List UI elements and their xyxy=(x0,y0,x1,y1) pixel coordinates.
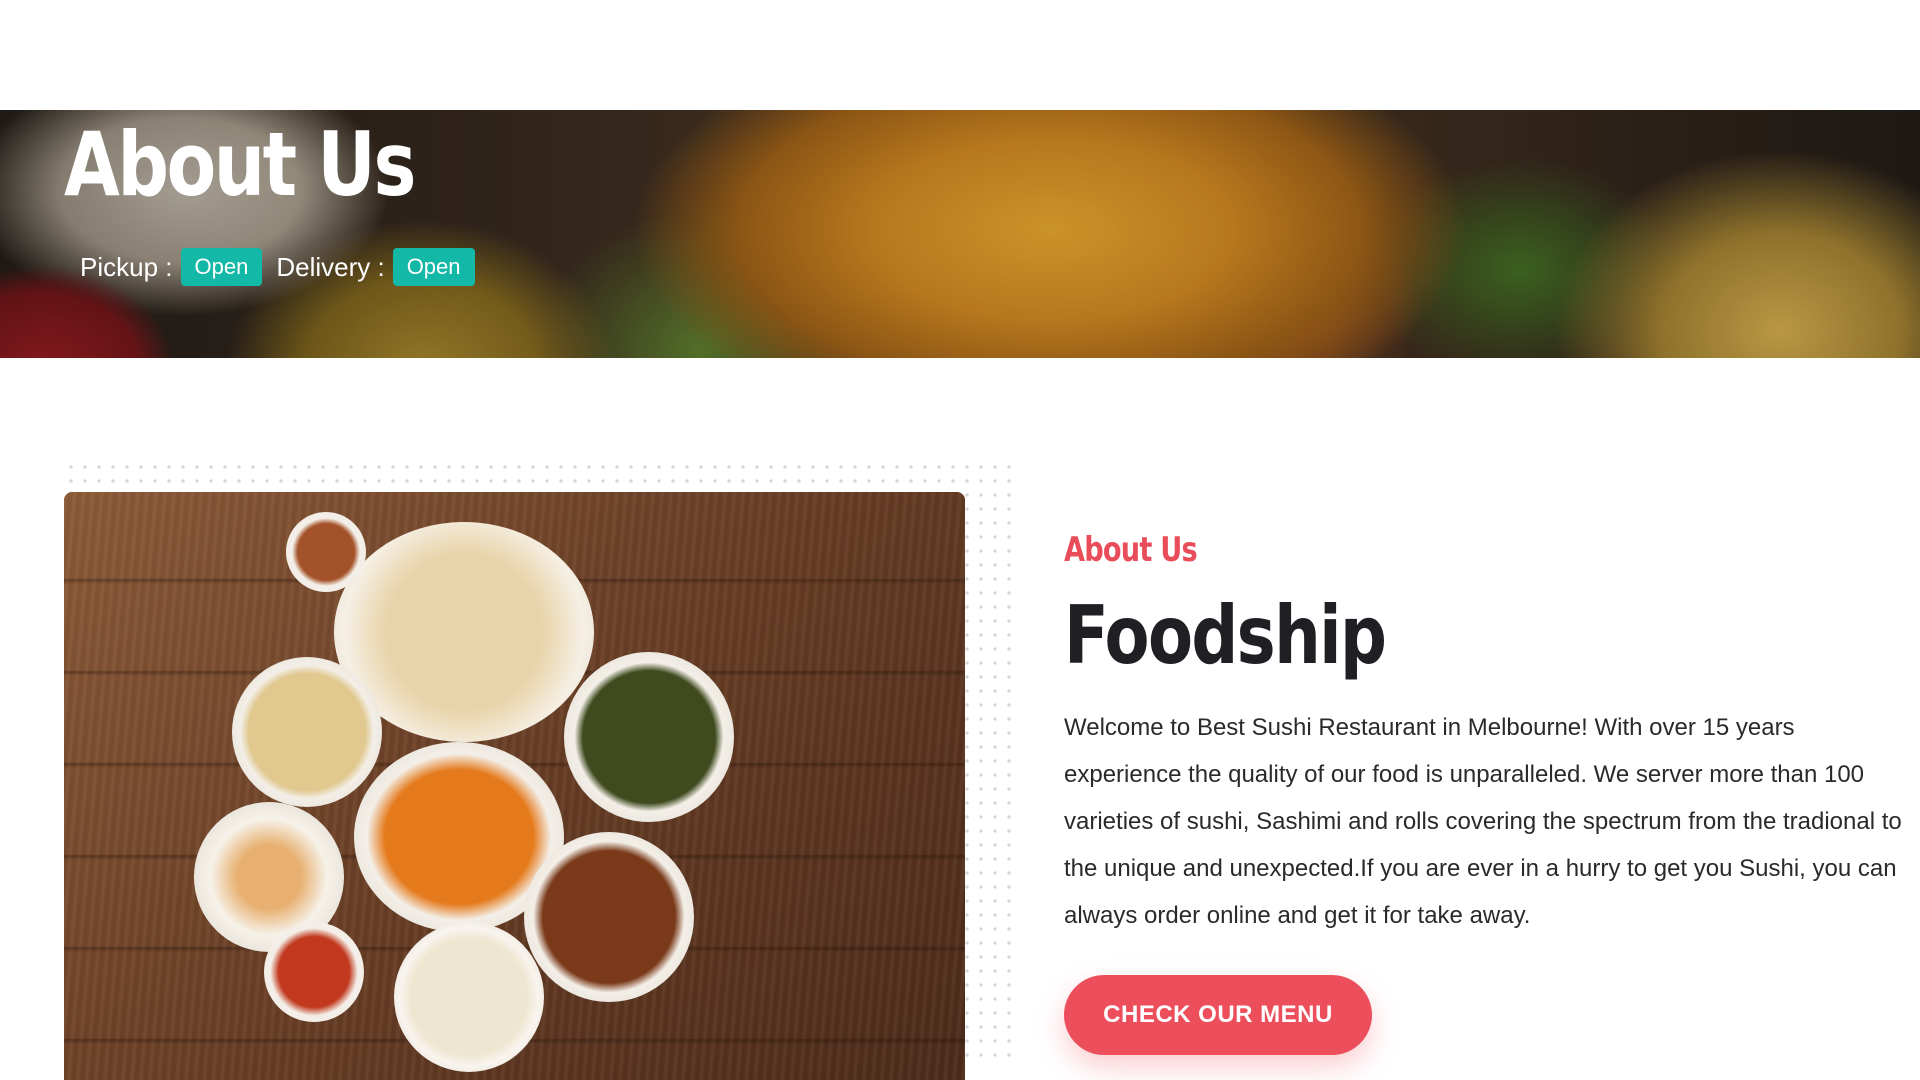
pickup-label: Pickup : xyxy=(80,251,173,282)
pickup-status-badge: Open xyxy=(180,248,263,286)
service-status-row: Pickup : Open Delivery : Open xyxy=(80,248,481,286)
hero-banner: About Us Pickup : Open Delivery : Open xyxy=(0,110,1920,358)
top-navigation-area xyxy=(0,0,1920,110)
check-menu-button[interactable]: CHECK OUR MENU xyxy=(1064,975,1372,1055)
hero-content: About Us Pickup : Open Delivery : Open xyxy=(0,110,1920,358)
dal-bowl xyxy=(232,657,382,807)
section-eyebrow: About Us xyxy=(1064,530,1198,570)
delivery-status-badge: Open xyxy=(392,248,475,286)
green-curry-bowl xyxy=(564,652,734,822)
food-photo xyxy=(64,492,965,1080)
about-description: Welcome to Best Sushi Restaurant in Melb… xyxy=(1064,714,1902,929)
small-bowl xyxy=(286,512,366,592)
section-heading: Foodship xyxy=(1064,589,1387,682)
page-title: About Us xyxy=(64,113,416,216)
salsa-bowl xyxy=(264,922,364,1022)
lentil-bowl xyxy=(524,832,694,1002)
delivery-label: Delivery : xyxy=(276,251,385,282)
about-text-column: About Us Foodship Welcome to Best Sushi … xyxy=(1064,530,1904,939)
rice-bowl xyxy=(394,922,544,1072)
